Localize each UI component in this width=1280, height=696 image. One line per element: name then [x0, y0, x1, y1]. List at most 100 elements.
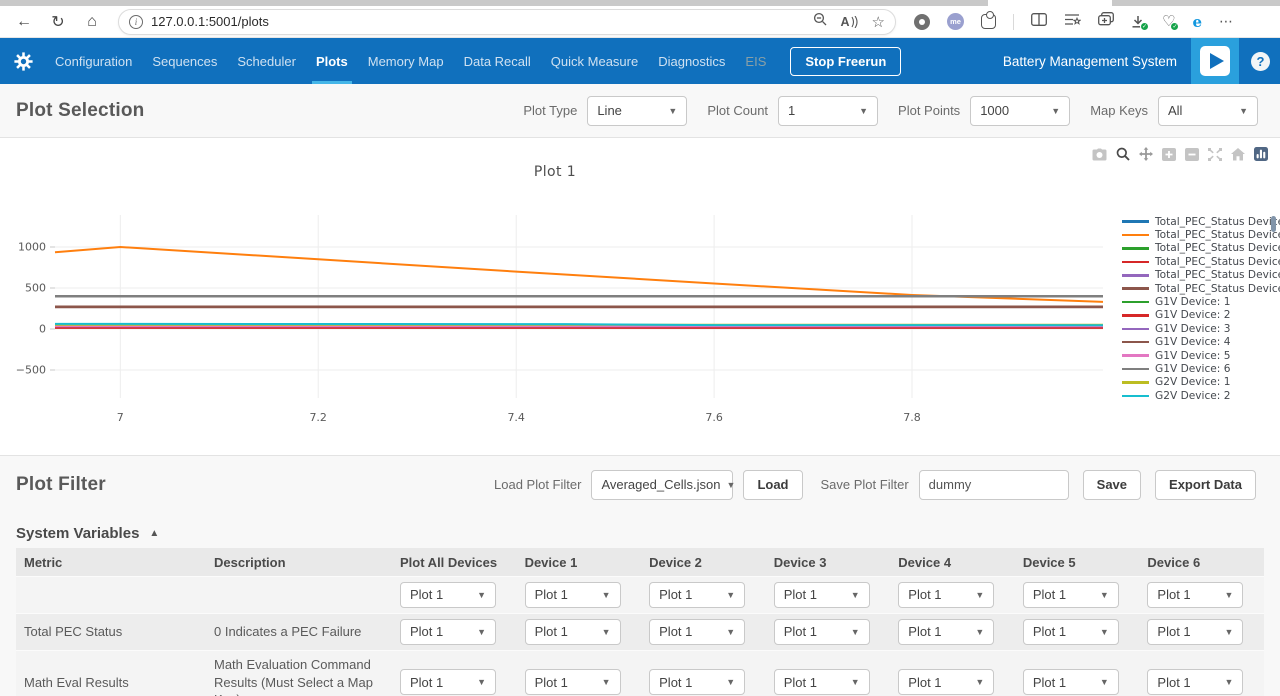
- play-icon: [1200, 46, 1230, 76]
- stop-freerun-button[interactable]: Stop Freerun: [790, 47, 901, 76]
- site-info-icon[interactable]: i: [129, 15, 143, 29]
- plot-assign-select[interactable]: Plot 1▼: [649, 619, 745, 645]
- autoscale-icon[interactable]: [1208, 148, 1222, 161]
- extension-badge-icon[interactable]: [914, 14, 930, 30]
- legend-item[interactable]: G1V Device: 2: [1122, 309, 1280, 322]
- favorite-star-icon[interactable]: ☆: [872, 13, 885, 31]
- plot-assign-select[interactable]: Plot 1▼: [1147, 619, 1243, 645]
- legend-item[interactable]: G1V Device: 1: [1122, 295, 1280, 308]
- plot-assign-select[interactable]: Plot 1▼: [649, 669, 745, 695]
- zoom-out-icon[interactable]: [813, 12, 827, 31]
- nav-item-diagnostics[interactable]: Diagnostics: [648, 38, 735, 84]
- plot-points-select[interactable]: 1000▼: [970, 96, 1070, 126]
- nav-item-memory-map[interactable]: Memory Map: [358, 38, 454, 84]
- address-bar[interactable]: i 127.0.0.1:5001/plots A ☆: [118, 9, 896, 35]
- plot-assign-select[interactable]: Plot 1▼: [1147, 582, 1243, 608]
- profile-me-icon[interactable]: me: [947, 13, 964, 30]
- plot-assign-select[interactable]: Plot 1▼: [774, 582, 870, 608]
- edge-logo-icon[interactable]: e: [1192, 13, 1202, 31]
- help-icon[interactable]: ?: [1251, 52, 1270, 71]
- plot-assign-select[interactable]: Plot 1▼: [649, 582, 745, 608]
- nav-item-quick-measure[interactable]: Quick Measure: [541, 38, 648, 84]
- zoom-tool-icon[interactable]: [1116, 147, 1130, 161]
- legend-item[interactable]: Total_PEC_Status Device: 1: [1122, 215, 1280, 228]
- split-screen-icon[interactable]: [1031, 13, 1047, 31]
- nav-item-scheduler[interactable]: Scheduler: [227, 38, 306, 84]
- plot-assign-select[interactable]: Plot 1▼: [525, 669, 621, 695]
- plot-assign-select[interactable]: Plot 1▼: [774, 619, 870, 645]
- legend-item[interactable]: Total_PEC_Status Device: 5: [1122, 269, 1280, 282]
- downloads-icon[interactable]: ✓: [1131, 16, 1145, 28]
- legend-swatch: [1122, 341, 1149, 344]
- nav-item-configuration[interactable]: Configuration: [45, 38, 142, 84]
- plot-assign-select[interactable]: Plot 1▼: [898, 619, 994, 645]
- camera-icon[interactable]: [1092, 148, 1107, 161]
- plot-assign-select[interactable]: Plot 1▼: [1147, 669, 1243, 695]
- refresh-icon[interactable]: ↻: [44, 9, 72, 35]
- nav-item-sequences[interactable]: Sequences: [142, 38, 227, 84]
- chevron-down-icon: ▼: [851, 626, 860, 638]
- plot-assign-select[interactable]: Plot 1▼: [1023, 619, 1119, 645]
- plot-assign-cell: Plot 1▼: [517, 582, 642, 608]
- read-aloud-icon[interactable]: A: [841, 15, 858, 29]
- legend-item[interactable]: G2V Device: 2: [1122, 389, 1280, 402]
- map-keys-select[interactable]: All▼: [1158, 96, 1258, 126]
- plotly-logo-icon[interactable]: [1254, 147, 1268, 161]
- save-filter-input[interactable]: [919, 470, 1069, 500]
- zoom-in-icon[interactable]: [1162, 148, 1176, 161]
- browser-essentials-icon[interactable]: ♡✓: [1162, 16, 1175, 28]
- pan-tool-icon[interactable]: [1139, 147, 1153, 161]
- legend-item[interactable]: Total_PEC_Status Device: 2: [1122, 228, 1280, 241]
- more-menu-icon[interactable]: ⋯: [1219, 13, 1234, 30]
- plot-assign-select[interactable]: Plot 1▼: [400, 619, 496, 645]
- run-button[interactable]: [1191, 38, 1239, 84]
- gear-icon[interactable]: [14, 52, 33, 71]
- plot-assign-select[interactable]: Plot 1▼: [525, 582, 621, 608]
- collapse-triangle-icon[interactable]: ▲: [149, 528, 159, 539]
- plot-count-label: Plot Count: [707, 103, 768, 118]
- load-filter-value: Averaged_Cells.json: [601, 477, 720, 492]
- save-button[interactable]: Save: [1083, 470, 1141, 500]
- plot-type-select[interactable]: Line▼: [587, 96, 687, 126]
- plotly-modebar: [1092, 147, 1268, 161]
- system-variables-header[interactable]: System Variables ▲: [0, 513, 1280, 548]
- extensions-icon[interactable]: [981, 14, 996, 29]
- legend-item[interactable]: Total_PEC_Status Device: 4: [1122, 255, 1280, 268]
- plot-assign-select[interactable]: Plot 1▼: [1023, 582, 1119, 608]
- plot-assign-select[interactable]: Plot 1▼: [400, 582, 496, 608]
- nav-item-data-recall[interactable]: Data Recall: [454, 38, 541, 84]
- legend-item[interactable]: G1V Device: 4: [1122, 336, 1280, 349]
- url-text[interactable]: 127.0.0.1:5001/plots: [151, 14, 805, 29]
- favorites-icon[interactable]: [1064, 13, 1081, 31]
- load-filter-select[interactable]: Averaged_Cells.json▼: [591, 470, 733, 500]
- back-icon[interactable]: ←: [10, 9, 38, 35]
- legend-item[interactable]: G1V Device: 3: [1122, 322, 1280, 335]
- zoom-out-box-icon[interactable]: [1185, 148, 1199, 161]
- reset-axes-home-icon[interactable]: [1231, 148, 1245, 161]
- browser-tab-strip: [0, 0, 1280, 6]
- export-data-button[interactable]: Export Data: [1155, 470, 1256, 500]
- plot-assign-select[interactable]: Plot 1▼: [400, 669, 496, 695]
- home-icon[interactable]: ⌂: [78, 9, 106, 35]
- load-button[interactable]: Load: [743, 470, 802, 500]
- legend-item[interactable]: G2V Device: 1: [1122, 376, 1280, 389]
- plot-count-select[interactable]: 1▼: [778, 96, 878, 126]
- plot-assign-select[interactable]: Plot 1▼: [525, 619, 621, 645]
- plot-assign-select[interactable]: Plot 1▼: [898, 669, 994, 695]
- plot-svg[interactable]: −5000500100077.27.47.67.8: [0, 200, 1110, 430]
- legend-item[interactable]: G1V Device: 6: [1122, 362, 1280, 375]
- legend-label: G1V Device: 6: [1155, 363, 1230, 375]
- map-keys-value: All: [1168, 103, 1182, 118]
- legend-item[interactable]: G1V Device: 5: [1122, 349, 1280, 362]
- plot-assign-select[interactable]: Plot 1▼: [898, 582, 994, 608]
- legend-item[interactable]: Total_PEC_Status Device: 6: [1122, 282, 1280, 295]
- chart-title: Plot 1: [0, 164, 1110, 180]
- legend-scrollbar[interactable]: [1271, 216, 1276, 232]
- legend-item[interactable]: Total_PEC_Status Device: 3: [1122, 242, 1280, 255]
- plot-points-value: 1000: [980, 103, 1009, 118]
- collections-icon[interactable]: [1098, 12, 1114, 31]
- plot-assign-select[interactable]: Plot 1▼: [774, 669, 870, 695]
- legend-label: G1V Device: 5: [1155, 350, 1230, 362]
- plot-assign-select[interactable]: Plot 1▼: [1023, 669, 1119, 695]
- nav-item-plots[interactable]: Plots: [306, 38, 358, 84]
